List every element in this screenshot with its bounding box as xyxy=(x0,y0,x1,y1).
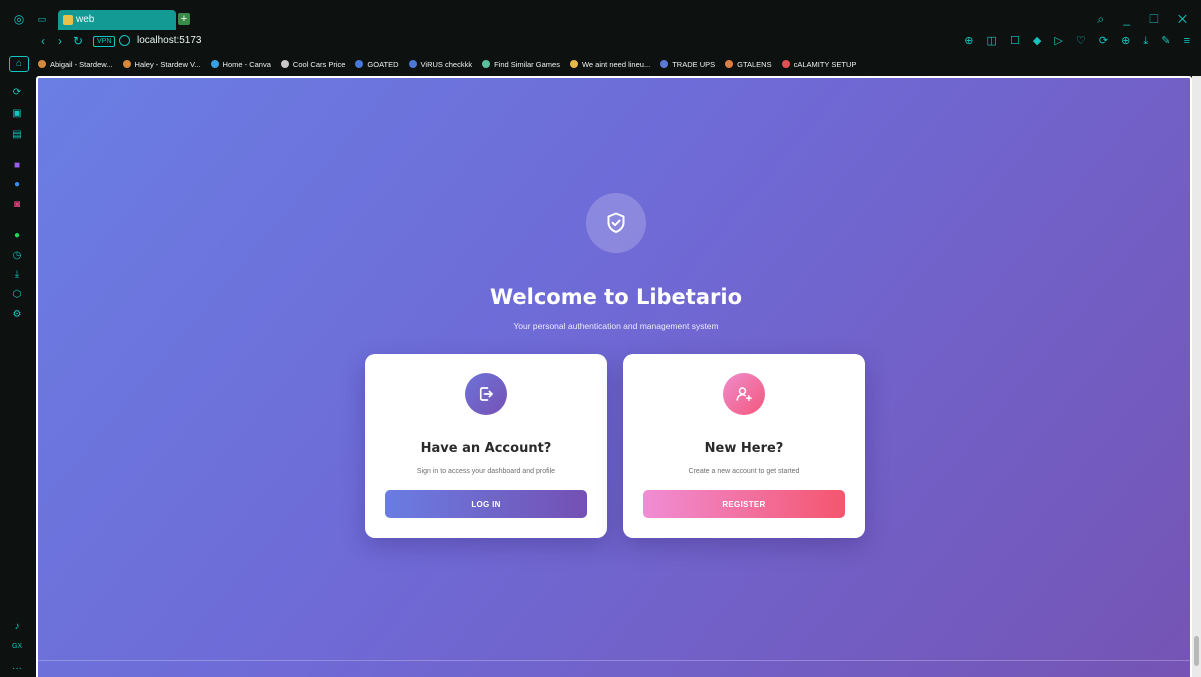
page-viewport: Welcome to Libetario Your personal authe… xyxy=(36,76,1192,677)
bookmark-label: Haley - Stardew V... xyxy=(134,59,201,69)
shield-badge xyxy=(586,193,646,253)
bookmark-favicon-icon xyxy=(569,60,578,68)
tab-favicon-icon xyxy=(63,15,73,25)
refresh-icon[interactable]: ⟳ xyxy=(10,86,24,100)
opera-logo-icon[interactable]: ◎ xyxy=(12,8,26,30)
gx-icon[interactable]: GX xyxy=(10,640,24,654)
bookmark-item[interactable]: Cool Cars Price xyxy=(280,59,346,69)
tab-web[interactable]: web xyxy=(58,10,176,30)
browser-window: ◎ ▭ web + ⌕ _ ☐ ✕ ‹ › ↻ VPN localhost:51… xyxy=(0,0,1201,677)
bookmarks-bar: ⌂ Abigail - Stardew... Haley - Stardew V.… xyxy=(0,54,1201,74)
twitch-icon[interactable]: ■ xyxy=(10,159,24,173)
address-bar-row: ‹ › ↻ VPN localhost:5173 ⊕ ◫ ☐ ◆ ▷ ♡ ⟳ ⊕… xyxy=(0,32,1201,50)
bookmark-label: GTALENS xyxy=(737,59,772,69)
more-icon[interactable]: ··· xyxy=(10,662,24,676)
page-subtitle: Your personal authentication and managem… xyxy=(513,321,719,331)
bookmark-label: Find Similar Games xyxy=(494,59,560,69)
login-card: Have an Account? Sign in to access your … xyxy=(365,354,607,538)
spotify-icon[interactable]: ● xyxy=(10,229,24,243)
shield-check-icon xyxy=(607,212,625,233)
bookmark-item[interactable]: We aint need lineu... xyxy=(569,59,651,69)
login-card-title: Have an Account? xyxy=(420,441,552,456)
home-button[interactable]: ⌂ xyxy=(9,56,29,72)
bookmark-item[interactable]: Haley - Stardew V... xyxy=(122,59,201,69)
user-plus-icon xyxy=(736,387,752,402)
bookmark-label: Home - Canva xyxy=(222,59,271,69)
bookmark-favicon-icon xyxy=(660,60,669,68)
bookmark-favicon-icon xyxy=(725,60,734,68)
bookmark-label: GOATED xyxy=(367,59,399,69)
bookmark-item[interactable]: GOATED xyxy=(355,59,399,69)
tab-strip: ◎ ▭ web + ⌕ _ ☐ ✕ xyxy=(0,8,1201,30)
browser-toolbar: ◎ ▭ web + ⌕ _ ☐ ✕ ‹ › ↻ VPN localhost:51… xyxy=(0,0,1201,54)
login-icon-badge xyxy=(465,373,507,415)
bookmark-favicon-icon xyxy=(280,60,289,68)
bookmark-item[interactable]: ViRUS checkkk xyxy=(408,59,473,69)
register-card: New Here? Create a new account to get st… xyxy=(623,354,865,538)
bookmark-item[interactable]: cALAMITY SETUP xyxy=(781,59,857,69)
bookmark-favicon-icon xyxy=(210,60,219,68)
bookmark-favicon-icon xyxy=(122,60,131,68)
music-icon[interactable]: ♪ xyxy=(10,620,24,634)
bookmark-item[interactable]: Abigail - Stardew... xyxy=(38,60,113,69)
sidebar: ⟳ ▣ ▤ ■ ● ◙ ● ◷ ⤓ ⬡ ⚙ ♪ GX ··· xyxy=(0,74,34,677)
register-icon-badge xyxy=(723,373,765,415)
bookmark-item[interactable]: TRADE UPS xyxy=(660,60,715,69)
address-input[interactable]: localhost:5173 xyxy=(137,32,202,50)
bookmark-favicon-icon xyxy=(482,60,491,68)
bookmark-favicon-icon xyxy=(355,60,364,68)
toolbar-icons[interactable]: ⊕ ◫ ☐ ◆ ▷ ♡ ⟳ ⊕ ⤓ ✎ ≡ xyxy=(964,32,1195,50)
download-icon[interactable]: ⤓ xyxy=(10,268,24,282)
scrollbar-thumb[interactable] xyxy=(1194,636,1199,666)
page-title: Welcome to Libetario xyxy=(490,285,742,309)
bookmark-list: Abigail - Stardew... Haley - Stardew V...… xyxy=(38,54,856,74)
login-icon xyxy=(479,387,493,401)
news-icon[interactable]: ▤ xyxy=(10,128,24,142)
site-info-icon[interactable] xyxy=(119,35,130,46)
bookmark-label: ViRUS checkkk xyxy=(420,59,473,69)
instagram-icon[interactable]: ◙ xyxy=(10,198,24,212)
login-card-description: Sign in to access your dashboard and pro… xyxy=(416,468,556,475)
back-button[interactable]: ‹ xyxy=(41,32,45,50)
bookmark-label: Cool Cars Price xyxy=(292,59,346,69)
settings-icon[interactable]: ⚙ xyxy=(10,308,24,322)
extensions-icon[interactable]: ⬡ xyxy=(10,288,24,302)
new-tab-button[interactable]: + xyxy=(178,13,190,25)
messenger-icon[interactable]: ● xyxy=(10,178,24,192)
footer-divider xyxy=(38,660,1190,661)
register-card-description: Create a new account to get started xyxy=(688,468,800,475)
tab-title: web xyxy=(76,14,95,25)
login-button[interactable]: LOG IN xyxy=(385,490,587,518)
bookmark-favicon-icon xyxy=(781,60,790,68)
chat-icon[interactable]: ▣ xyxy=(10,107,24,121)
window-controls[interactable]: ⌕ _ ☐ ✕ xyxy=(1097,8,1195,30)
bookmark-favicon-icon xyxy=(38,60,46,68)
bookmark-label: We aint need lineu... xyxy=(581,59,651,69)
bookmark-item[interactable]: Find Similar Games xyxy=(482,60,560,69)
history-icon[interactable]: ◷ xyxy=(10,249,24,263)
bookmark-label: cALAMITY SETUP xyxy=(793,59,857,69)
page-scrollbar[interactable] xyxy=(1192,76,1201,677)
register-button[interactable]: REGISTER xyxy=(643,490,845,518)
vpn-badge[interactable]: VPN xyxy=(93,36,116,47)
reload-button[interactable]: ↻ xyxy=(73,32,83,50)
bookmark-favicon-icon xyxy=(408,60,417,68)
bookmark-item[interactable]: GTALENS xyxy=(725,59,772,69)
forward-button[interactable]: › xyxy=(58,32,62,50)
workspaces-icon[interactable]: ▭ xyxy=(36,8,48,30)
bookmark-item[interactable]: Home - Canva xyxy=(210,59,271,69)
register-card-title: New Here? xyxy=(704,441,784,456)
bookmark-label: Abigail - Stardew... xyxy=(50,59,113,69)
bookmark-label: TRADE UPS xyxy=(672,59,716,69)
